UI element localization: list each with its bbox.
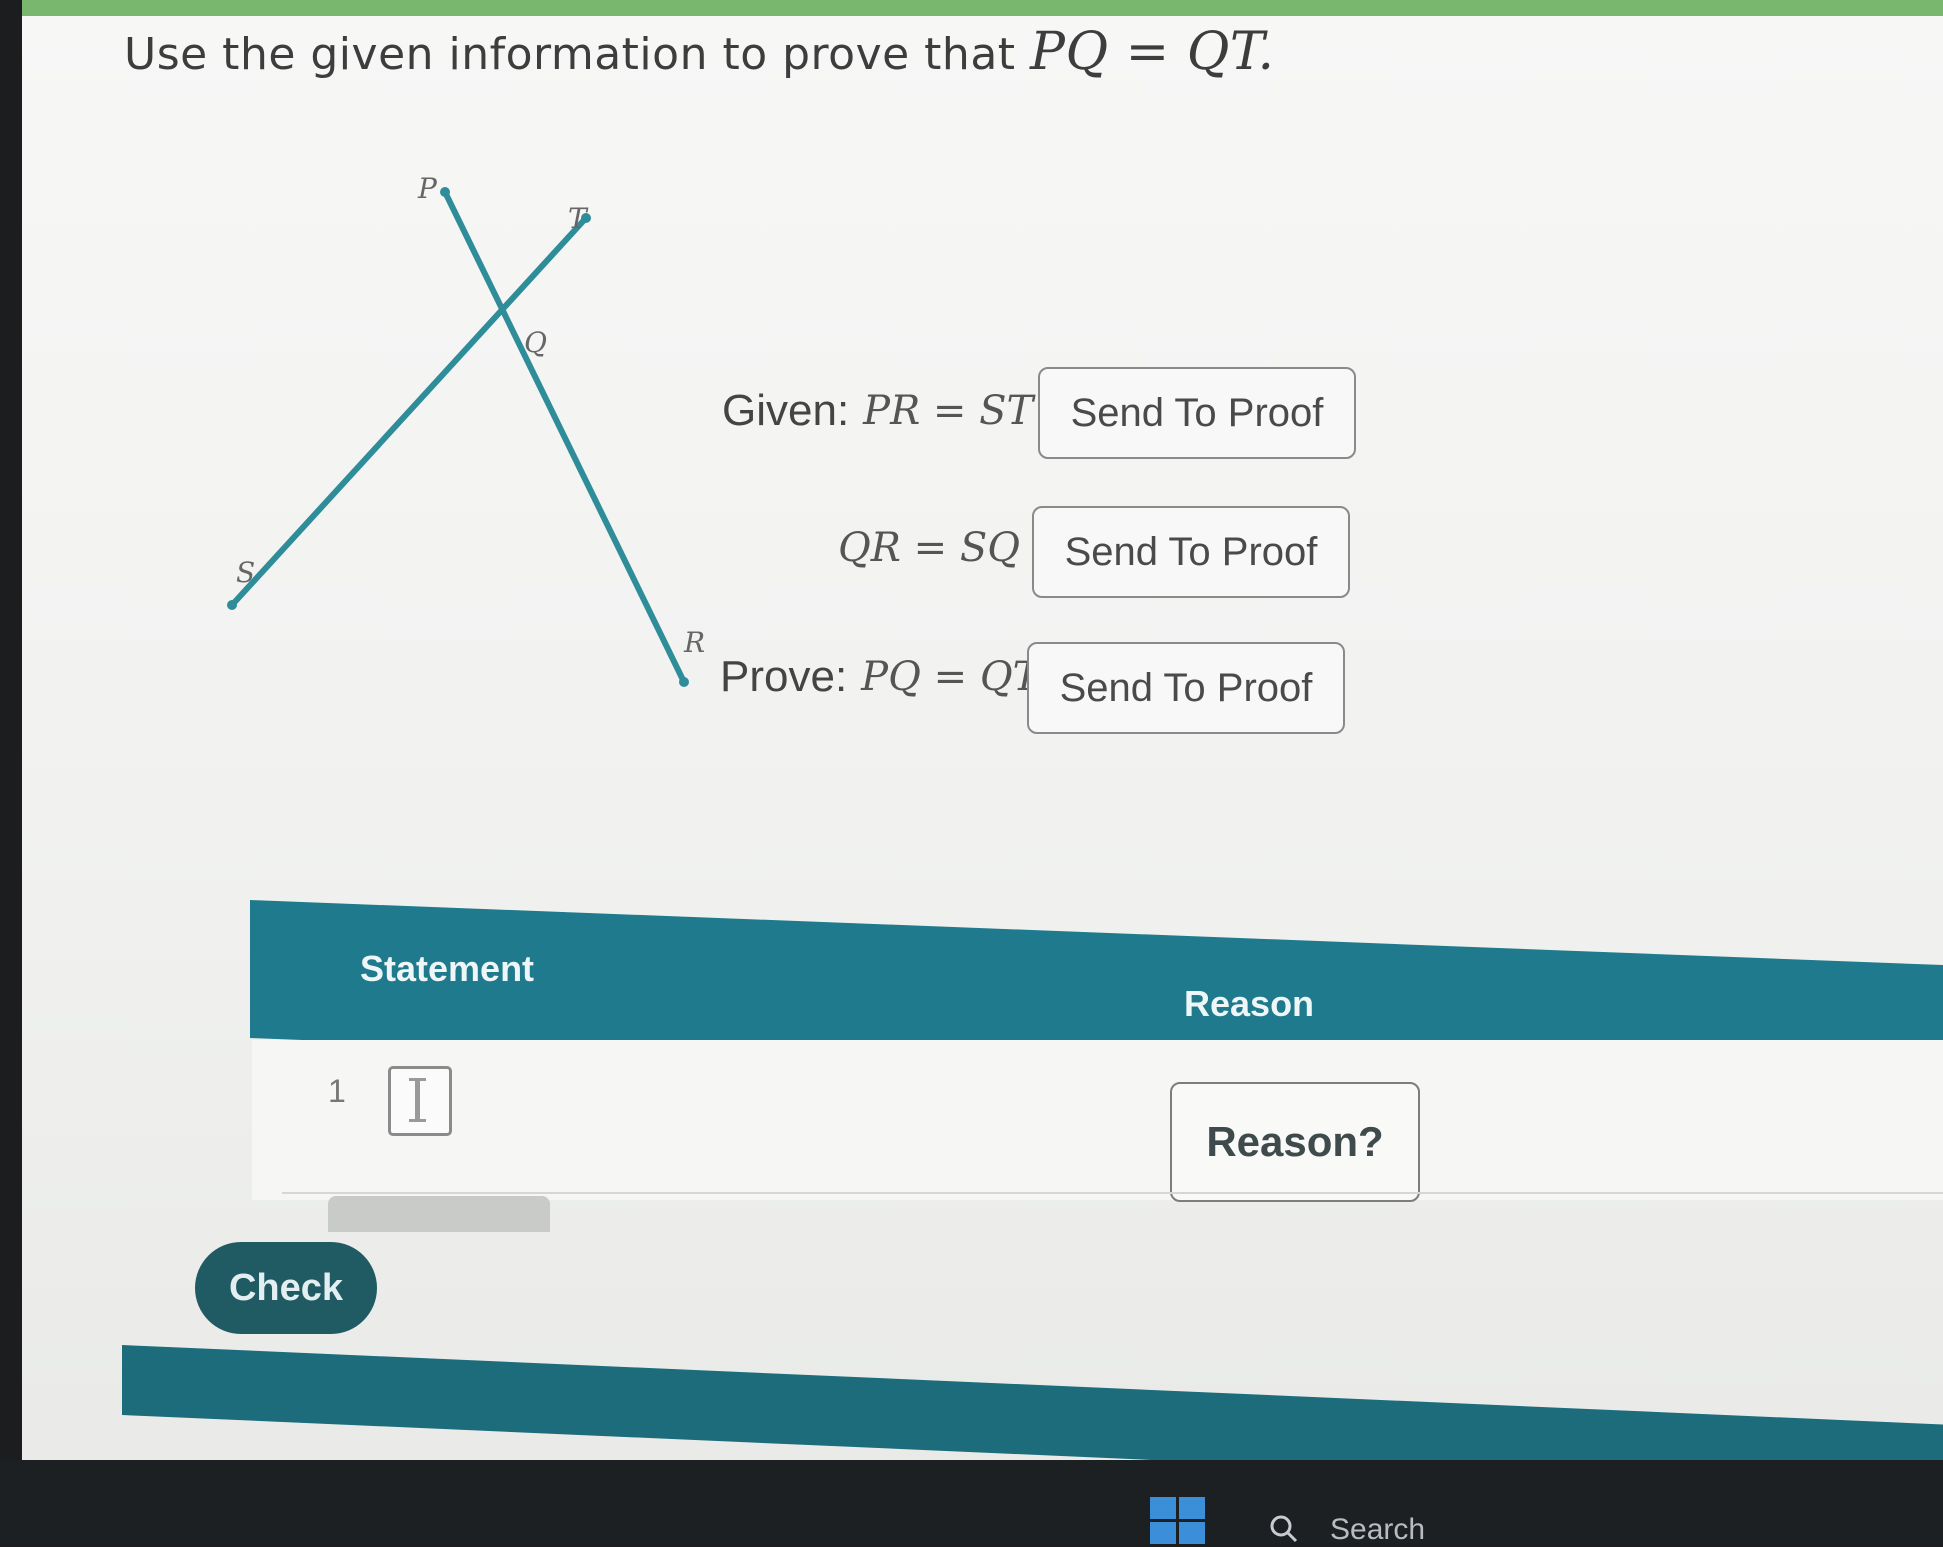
- windows-start-icon[interactable]: [1150, 1497, 1206, 1544]
- taskbar-search-text[interactable]: Search: [1330, 1513, 1425, 1547]
- statement-header: Statement: [360, 948, 535, 989]
- statement-input[interactable]: [388, 1066, 452, 1136]
- given-math-2: QR = SQ: [838, 525, 1021, 571]
- taskbar: Search: [0, 1460, 1943, 1546]
- given-row-2: QR = SQ: [824, 525, 1020, 571]
- row-number: 1: [328, 1073, 346, 1109]
- point-s: [227, 600, 237, 610]
- proof-table-row: [252, 1040, 1943, 1200]
- segment-st: [229, 215, 589, 608]
- send-to-proof-button-2[interactable]: Send To Proof: [1032, 506, 1350, 598]
- prove-row: Prove: PQ = QT: [720, 652, 1039, 702]
- prove-label: Prove:: [720, 652, 848, 701]
- segment-pr: [442, 189, 687, 685]
- table-footer-tab: [328, 1196, 550, 1232]
- label-t: T: [568, 202, 589, 235]
- given-row-1: Given: PR = ST: [722, 386, 1033, 436]
- point-p: [440, 187, 450, 197]
- search-icon[interactable]: [1268, 1513, 1298, 1543]
- send-to-proof-button-1[interactable]: Send To Proof: [1038, 367, 1356, 459]
- point-r: [679, 677, 689, 687]
- label-p: P: [417, 172, 438, 205]
- question-prefix: Use the given information to prove that: [124, 29, 1016, 80]
- top-strip: [22, 0, 1943, 16]
- question-math: PQ = QT.: [1030, 22, 1275, 82]
- label-r: R: [683, 626, 705, 659]
- label-s: S: [236, 556, 255, 589]
- send-to-proof-button-3[interactable]: Send To Proof: [1027, 642, 1345, 734]
- reason-button[interactable]: Reason?: [1170, 1082, 1420, 1202]
- check-button[interactable]: Check: [195, 1242, 377, 1334]
- question-text: Use the given information to prove that …: [124, 22, 1274, 82]
- text-cursor-icon: [409, 1078, 426, 1122]
- reason-header: Reason: [1184, 983, 1315, 1024]
- screen: Use the given information to prove that …: [22, 0, 1943, 1490]
- given-label: Given:: [722, 386, 850, 435]
- label-q: Q: [524, 326, 547, 359]
- geometry-diagram: P T Q S R: [227, 172, 705, 687]
- given-math-1: PR = ST: [863, 388, 1034, 434]
- prove-math: PQ = QT: [861, 654, 1040, 700]
- row-divider: [282, 1192, 1943, 1194]
